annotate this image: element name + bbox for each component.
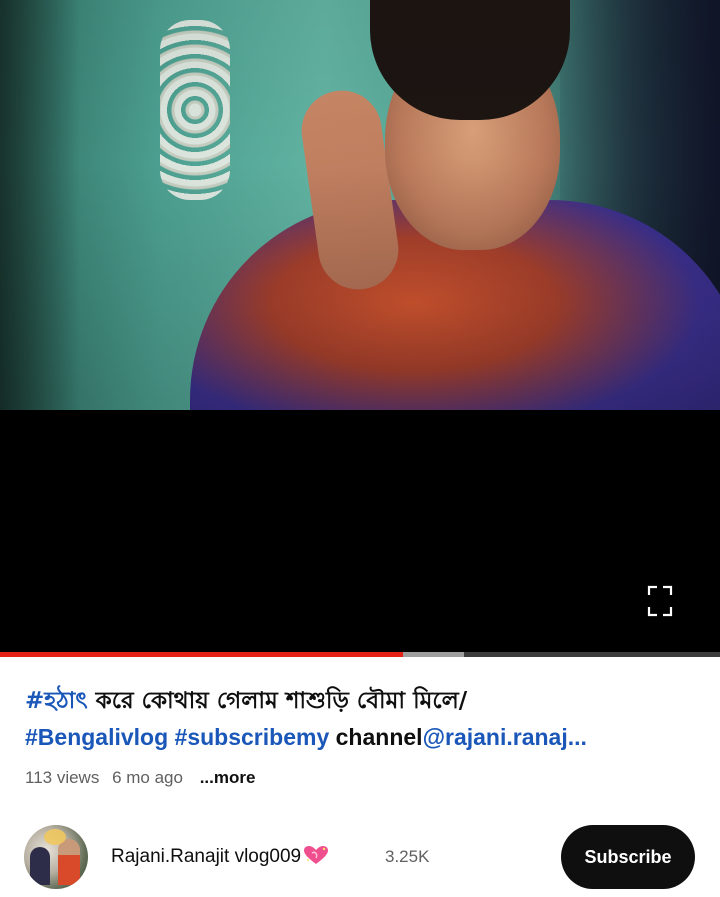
mention-link[interactable]: @rajani.ranaj... [423,724,587,750]
video-meta: 113 views 6 mo ago ...more [25,768,263,788]
channel-avatar[interactable] [24,825,88,889]
video-player[interactable] [0,0,720,657]
progress-played [0,652,404,657]
subscribe-button[interactable]: Subscribe [561,825,695,889]
title-text-bengali: করে কোথায় গেলাম শাশুড়ি বৌমা মিলে/ [87,688,468,714]
sparkling-heart-icon [303,845,329,865]
hashtag-subscribemy[interactable]: #subscribemy [175,724,330,750]
upload-age: 6 mo ago [112,768,183,787]
channel-name: Rajani.Ranajit vlog009 [111,846,302,867]
video-title[interactable]: #হঠাৎ করে কোথায় গেলাম শাশুড়ি বৌমা মিলে… [25,682,705,755]
hashtag-bengalivlog[interactable]: #Bengalivlog [25,724,168,750]
more-link[interactable]: ...more [200,768,256,787]
fullscreen-icon [647,585,673,617]
channel-name-link[interactable]: Rajani.Ranajit vlog009 [111,845,329,868]
subscriber-count: 3.25K [385,847,430,866]
video-progress-bar[interactable] [0,652,720,657]
title-text-channel: channel [329,724,423,750]
video-frame[interactable] [0,0,720,410]
hashtag-hothat[interactable]: #হঠাৎ [25,688,88,714]
fullscreen-button[interactable] [640,579,680,623]
view-count: 113 views [25,768,100,787]
